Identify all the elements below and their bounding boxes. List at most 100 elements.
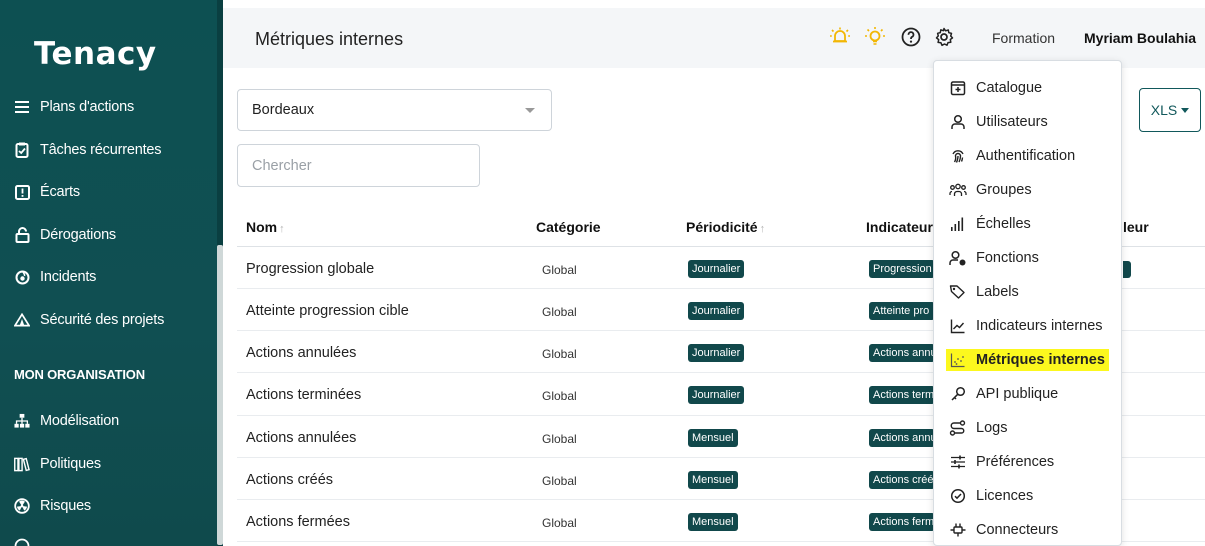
row-indicator-badge: Actions annu bbox=[869, 429, 935, 447]
sidebar-item-partial[interactable] bbox=[14, 538, 30, 546]
alert-square-icon bbox=[14, 184, 30, 200]
tent-icon bbox=[14, 312, 30, 328]
row-name: Actions annulées bbox=[246, 430, 357, 446]
column-header-nom[interactable]: Nom ↑ bbox=[246, 219, 285, 235]
menu-item-label: Licences bbox=[976, 488, 1034, 504]
menu-item-labels[interactable]: Labels bbox=[948, 283, 1019, 301]
menu-item-preferences[interactable]: Préférences bbox=[948, 453, 1054, 471]
sidebar: Tenacy Plans d'actions Tâches récurrente… bbox=[0, 0, 223, 546]
sidebar-item-label: Incidents bbox=[40, 269, 97, 285]
row-indicator-badge: Actions term bbox=[869, 386, 935, 404]
list-icon bbox=[14, 99, 30, 115]
sidebar-scrollbar[interactable] bbox=[217, 245, 223, 545]
menu-item-logs[interactable]: Logs bbox=[948, 419, 1007, 437]
row-category: Global bbox=[542, 389, 577, 403]
row-period-badge: Mensuel bbox=[688, 471, 738, 489]
chart-line-icon bbox=[948, 317, 968, 335]
site-select[interactable]: Bordeaux bbox=[237, 89, 552, 131]
caret-down-icon bbox=[1181, 108, 1190, 113]
key-icon bbox=[948, 385, 968, 403]
row-category: Global bbox=[542, 432, 577, 446]
sidebar-item-plans-actions[interactable]: Plans d'actions bbox=[14, 99, 134, 115]
menu-item-catalogue[interactable]: Catalogue bbox=[948, 79, 1042, 97]
row-category: Global bbox=[542, 347, 577, 361]
row-indicator-badge: Progression bbox=[869, 260, 935, 278]
clipboard-check-icon bbox=[14, 142, 30, 158]
tag-icon bbox=[948, 283, 968, 301]
row-name: Actions créés bbox=[246, 472, 334, 488]
chart-dots-icon bbox=[948, 351, 968, 369]
menu-item-label: Échelles bbox=[976, 216, 1031, 232]
organization-label[interactable]: Formation bbox=[992, 30, 1055, 46]
circle-icon bbox=[14, 538, 30, 546]
xls-export-label: XLS bbox=[1150, 102, 1178, 118]
row-name: Progression globale bbox=[246, 261, 375, 277]
page-title: Métriques internes bbox=[255, 29, 404, 49]
row-period-badge: Journalier bbox=[688, 302, 745, 320]
hierarchy-icon bbox=[14, 413, 30, 429]
menu-item-fonctions[interactable]: Fonctions bbox=[948, 249, 1039, 267]
sidebar-section-title: MON ORGANISATION bbox=[14, 367, 145, 382]
menu-item-connecteurs[interactable]: Connecteurs bbox=[948, 521, 1058, 539]
column-header-indicateur[interactable]: Indicateur bbox=[866, 219, 933, 235]
sidebar-item-taches-recurrentes[interactable]: Tâches récurrentes bbox=[14, 142, 162, 158]
books-icon bbox=[14, 456, 30, 472]
column-header-categorie[interactable]: Catégorie bbox=[536, 219, 601, 235]
sidebar-item-politiques[interactable]: Politiques bbox=[14, 456, 101, 472]
menu-item-authentification[interactable]: Authentification bbox=[948, 147, 1075, 165]
menu-item-echelles[interactable]: Échelles bbox=[948, 215, 1031, 233]
sidebar-item-ecarts[interactable]: Écarts bbox=[14, 184, 80, 200]
menu-item-label: Labels bbox=[976, 284, 1019, 300]
row-name: Actions terminées bbox=[246, 387, 362, 403]
user-gear-icon bbox=[948, 249, 968, 267]
xls-export-button[interactable]: XLS bbox=[1139, 88, 1201, 132]
row-indicator-badge: Atteinte pro bbox=[869, 302, 935, 320]
sidebar-item-label: Dérogations bbox=[40, 227, 116, 243]
menu-item-indicateurs-internes[interactable]: Indicateurs internes bbox=[948, 317, 1103, 335]
lock-open-icon bbox=[14, 227, 30, 243]
menu-item-utilisateurs[interactable]: Utilisateurs bbox=[948, 113, 1048, 131]
menu-item-label: Fonctions bbox=[976, 250, 1039, 266]
row-indicator-badge: Actions créé bbox=[869, 471, 935, 489]
column-header-valeur[interactable]: leur bbox=[1123, 219, 1149, 235]
sidebar-item-derogations[interactable]: Dérogations bbox=[14, 227, 116, 243]
search-input[interactable] bbox=[237, 144, 480, 187]
menu-item-groupes[interactable]: Groupes bbox=[948, 181, 1032, 199]
menu-item-label: Métriques internes bbox=[976, 352, 1105, 368]
help-icon[interactable] bbox=[900, 26, 922, 48]
row-name: Actions annulées bbox=[246, 345, 357, 361]
sidebar-item-modelisation[interactable]: Modélisation bbox=[14, 413, 119, 429]
menu-item-api-publique[interactable]: API publique bbox=[948, 385, 1058, 403]
menu-item-metriques-internes[interactable]: Métriques internes bbox=[946, 349, 1109, 371]
catalog-icon bbox=[948, 79, 968, 97]
row-name: Actions fermées bbox=[246, 514, 350, 530]
user-name[interactable]: Myriam Boulahia bbox=[1084, 30, 1196, 46]
sidebar-item-securite-projets[interactable]: Sécurité des projets bbox=[14, 312, 164, 328]
sort-arrow-icon: ↑ bbox=[759, 223, 766, 235]
scale-bars-icon bbox=[948, 215, 968, 233]
sort-arrow-icon: ↑ bbox=[279, 223, 285, 235]
menu-item-licences[interactable]: Licences bbox=[948, 487, 1033, 505]
gear-icon[interactable] bbox=[933, 26, 955, 48]
lightbulb-icon[interactable] bbox=[864, 26, 886, 48]
sidebar-item-label: Risques bbox=[40, 498, 91, 514]
row-period-badge: Journalier bbox=[688, 386, 745, 404]
alarm-bell-icon[interactable] bbox=[829, 26, 851, 48]
sidebar-item-label: Plans d'actions bbox=[40, 99, 135, 115]
sidebar-item-label: Modélisation bbox=[40, 413, 120, 429]
sidebar-item-label: Politiques bbox=[40, 456, 101, 472]
row-indicator-badge: Actions ferm bbox=[869, 513, 935, 531]
user-icon bbox=[948, 113, 968, 131]
row-period-badge: Journalier bbox=[688, 260, 745, 278]
chevron-down-icon bbox=[525, 108, 535, 113]
fingerprint-icon bbox=[948, 147, 968, 165]
plug-icon bbox=[948, 521, 968, 539]
app-logo[interactable]: Tenacy bbox=[34, 36, 157, 72]
sidebar-item-incidents[interactable]: Incidents bbox=[14, 269, 96, 285]
column-header-periodicite[interactable]: Périodicité ↑ bbox=[686, 219, 765, 235]
menu-item-label: Indicateurs internes bbox=[976, 318, 1103, 334]
row-period-badge: Journalier bbox=[688, 344, 745, 362]
site-select-value: Bordeaux bbox=[252, 102, 315, 118]
route-icon bbox=[948, 419, 968, 437]
sidebar-item-risques[interactable]: Risques bbox=[14, 498, 91, 514]
